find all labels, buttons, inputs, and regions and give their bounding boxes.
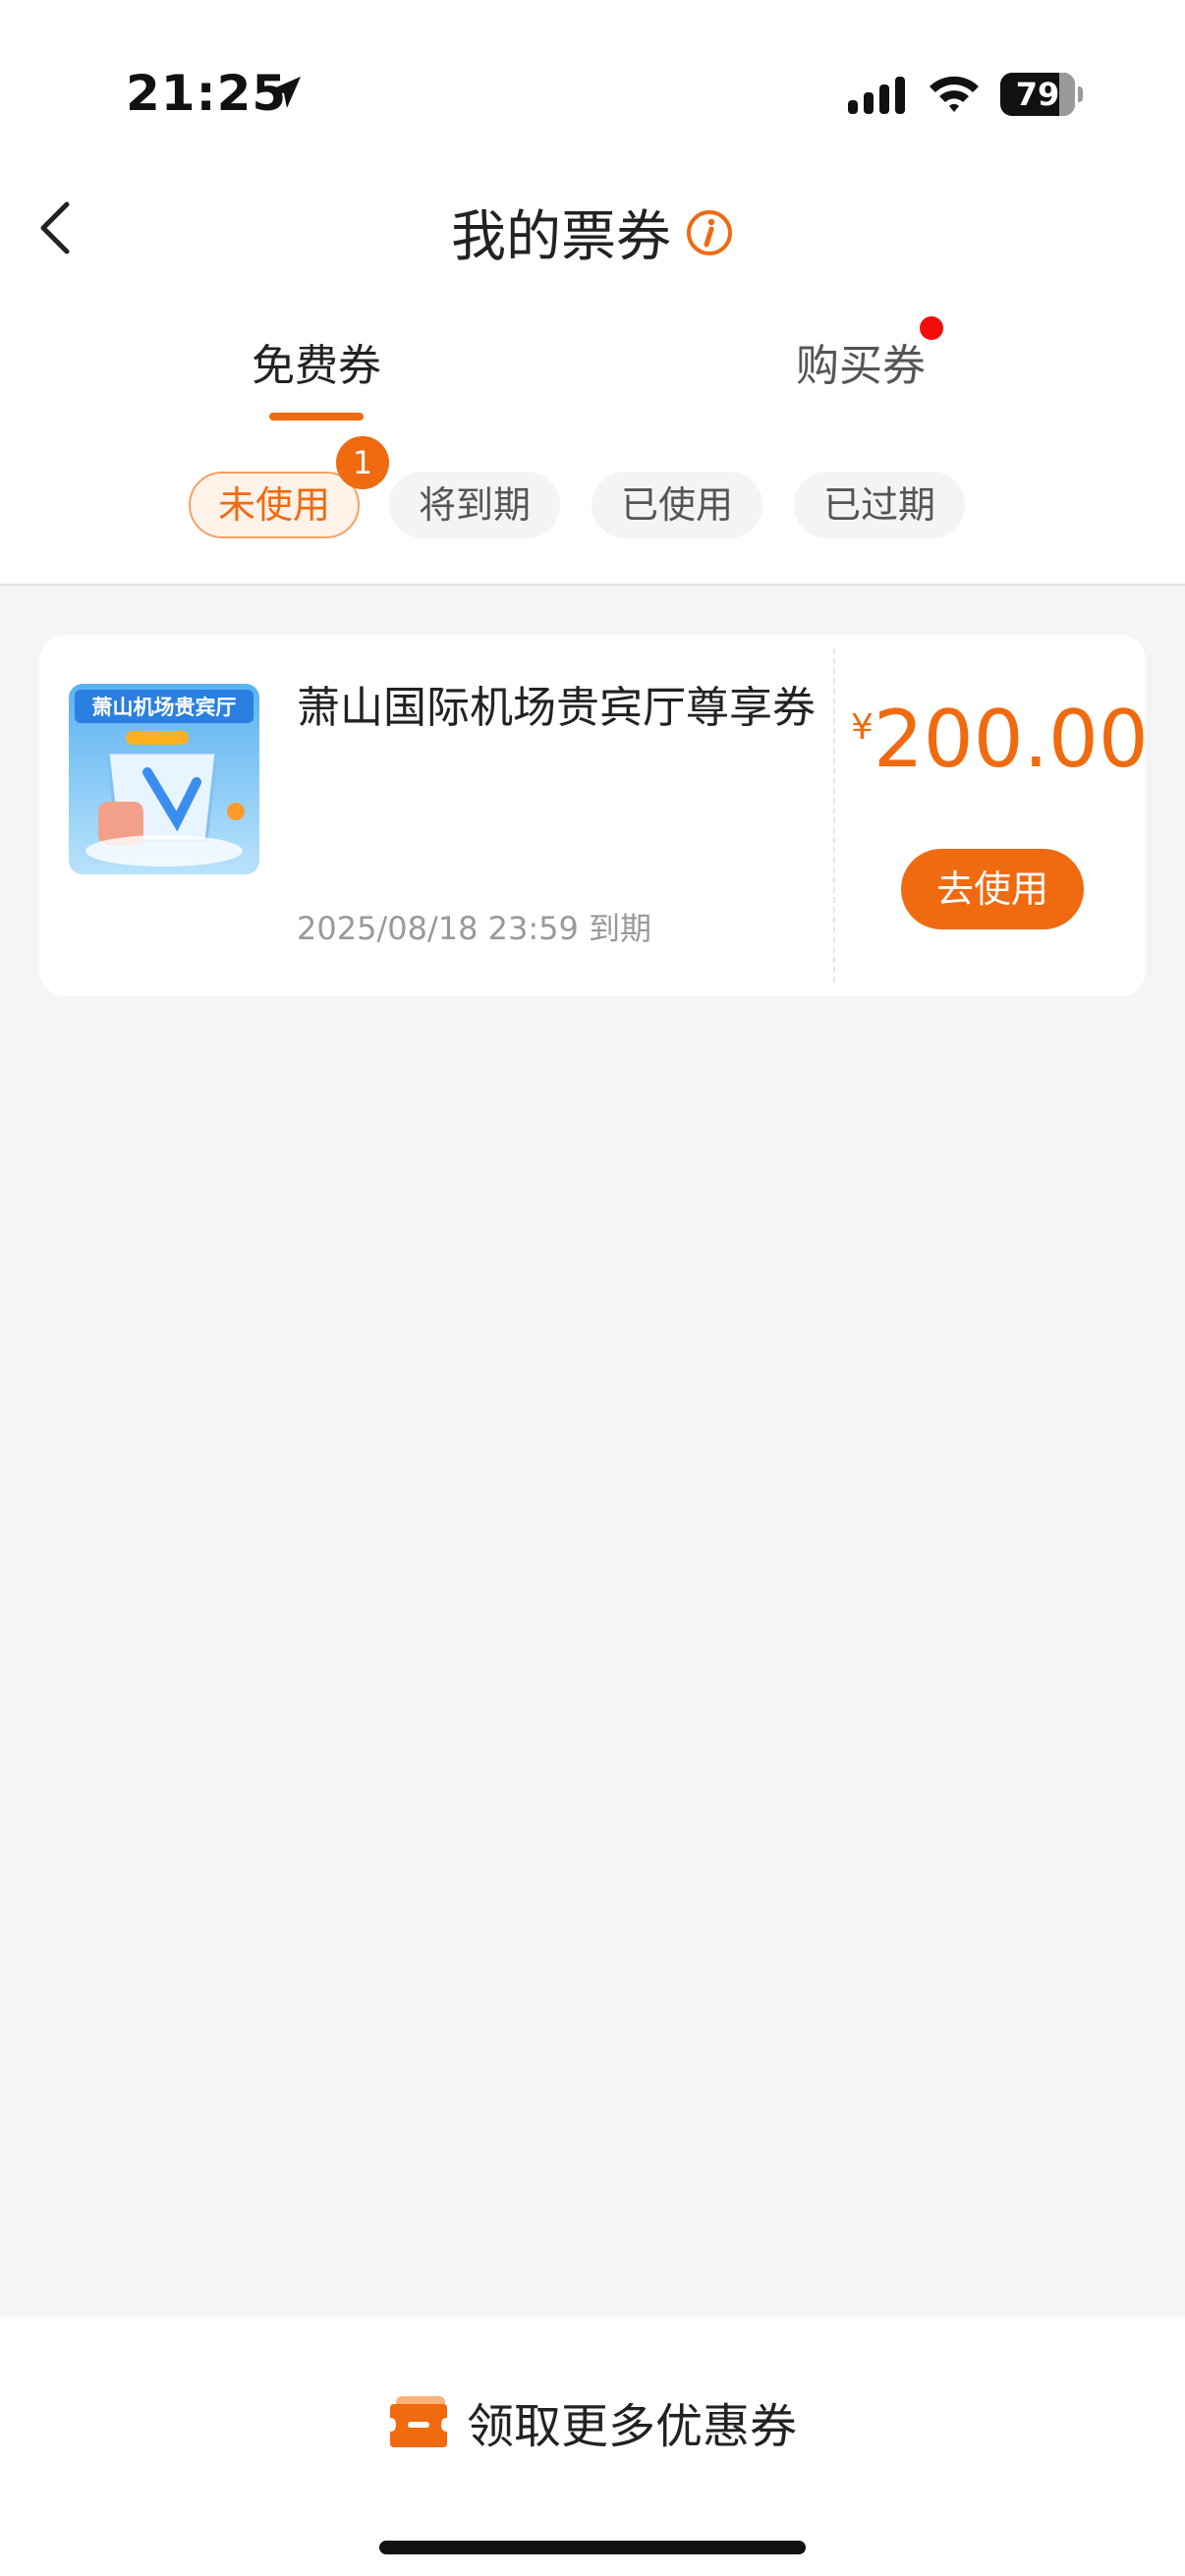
home-indicator[interactable] — [379, 2541, 806, 2554]
tab-purchased-coupons[interactable]: 购买券 — [796, 330, 926, 393]
header-area: 21:25 79 我的票券 免费券 购买券 未使用 1 将到期 已使用 已过期 — [0, 0, 1185, 586]
currency-symbol: ¥ — [851, 707, 874, 748]
thumbnail-title: 萧山机场贵宾厅 — [92, 696, 237, 719]
filter-expired[interactable]: 已过期 — [794, 472, 965, 538]
coupon-name: 萧山国际机场贵宾厅尊享券 — [297, 683, 816, 733]
bottom-bar: 领取更多优惠券 — [0, 2317, 1185, 2576]
get-more-coupons-button[interactable]: 领取更多优惠券 — [388, 2387, 797, 2456]
coupon-price: ¥200.00 — [851, 694, 1149, 785]
battery-body: 79 — [1000, 73, 1075, 116]
tab-free-coupons[interactable]: 免费券 — [252, 330, 381, 393]
coupons-page: 21:25 79 我的票券 免费券 购买券 未使用 1 将到期 已使用 已过期 … — [0, 0, 1185, 2576]
battery-cap — [1078, 86, 1083, 102]
wifi-icon — [930, 76, 979, 112]
get-more-row: 领取更多优惠券 — [0, 2387, 1185, 2456]
ticket-icon — [389, 2396, 447, 2447]
coupon-expiry: 2025/08/18 23:59 到期 — [297, 910, 652, 947]
active-tab-underline — [269, 413, 364, 420]
coupon-card[interactable]: 萧山机场贵宾厅 萧山国际机场贵宾厅尊享券 2025/08/18 23:59 到期… — [39, 635, 1149, 996]
filter-unused[interactable]: 未使用 — [189, 472, 360, 538]
coupon-amount: 200.00 — [873, 694, 1149, 785]
filter-used[interactable]: 已使用 — [592, 472, 762, 538]
new-notification-dot — [920, 316, 943, 340]
page-title-row: 我的票券 — [0, 193, 1185, 272]
cellular-signal-icon — [848, 77, 905, 114]
card-dashed-divider — [833, 648, 835, 982]
get-more-label: 领取更多优惠券 — [466, 2399, 797, 2454]
unused-count-badge: 1 — [336, 436, 389, 489]
filter-expiring-soon[interactable]: 将到期 — [389, 472, 560, 538]
coupon-thumbnail-image: 萧山机场贵宾厅 — [69, 684, 259, 874]
status-time: 21:25 — [126, 65, 288, 122]
page-title: 我的票券 — [451, 205, 671, 269]
battery-level: 79 — [1015, 76, 1060, 113]
status-bar: 21:25 79 — [0, 0, 1185, 187]
location-arrow-icon — [269, 77, 301, 108]
info-icon[interactable] — [685, 208, 734, 257]
battery-indicator: 79 — [1000, 73, 1083, 116]
use-coupon-button[interactable]: 去使用 — [901, 849, 1084, 929]
